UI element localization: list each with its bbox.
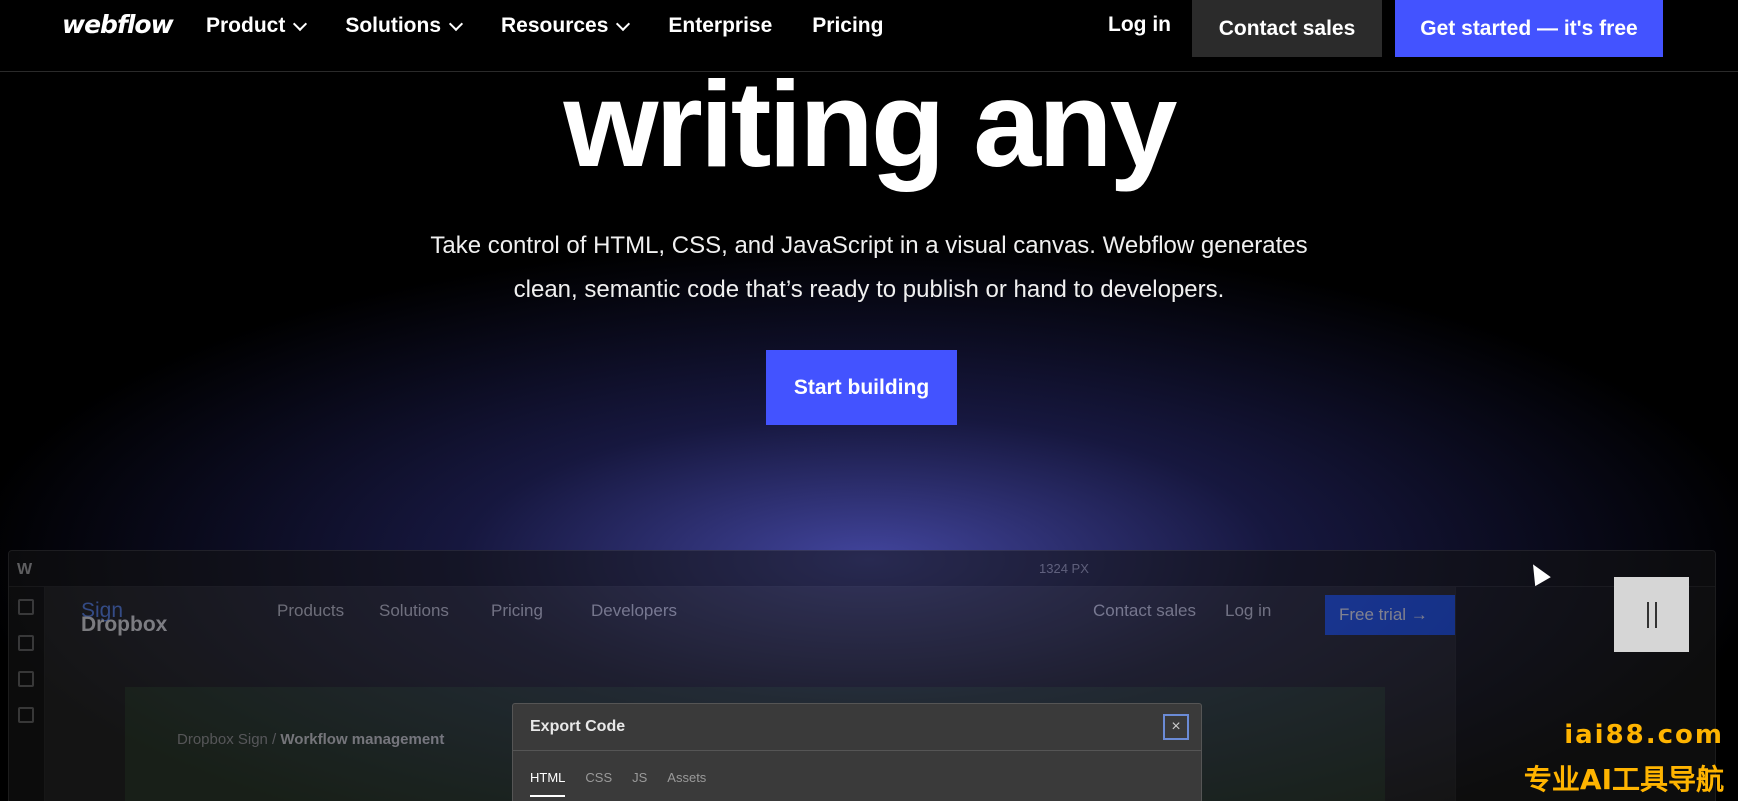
designer-topbar: W 1324 PX xyxy=(9,551,1715,587)
tab-css[interactable]: CSS xyxy=(585,770,612,797)
pause-video-button[interactable] xyxy=(1614,577,1689,652)
login-link[interactable]: Log in xyxy=(1108,13,1171,37)
components-icon xyxy=(18,635,34,651)
brand-main: Dropbox xyxy=(81,613,168,636)
designer-left-toolbar xyxy=(9,587,45,801)
site-trial-button: Free trial → xyxy=(1325,595,1460,635)
nav-item-label: Pricing xyxy=(812,14,884,37)
nav-item-label: Enterprise xyxy=(668,14,773,37)
export-code-dialog: Export Code × HTML CSS JS Assets xyxy=(512,703,1202,801)
dropbox-sign-logo: Dropbox Sign xyxy=(81,599,167,636)
divider xyxy=(513,750,1201,751)
site-breadcrumb: Dropbox Sign / Workflow management xyxy=(177,731,444,748)
watermark-line: 专业AI工具导航 xyxy=(1523,763,1724,796)
nav-item-label: Product xyxy=(206,14,286,37)
nav-item-label: Solutions xyxy=(345,14,442,37)
nav-item-product[interactable]: Product xyxy=(206,14,308,38)
hero-subtext: Take control of HTML, CSS, and JavaScrip… xyxy=(369,224,1369,312)
site-nav-item: Products xyxy=(277,601,345,620)
chevron-down-icon xyxy=(448,16,464,31)
nav-item-resources[interactable]: Resources xyxy=(501,14,631,38)
watermark-line: iai88.com xyxy=(1564,720,1724,750)
watermark: iai88.com 专业AI工具导航 xyxy=(1524,720,1724,798)
breadcrumb-prefix: Dropbox Sign / xyxy=(177,731,277,748)
site-contact-link: Contact sales xyxy=(1093,601,1196,620)
nav-item-pricing[interactable]: Pricing xyxy=(812,14,883,38)
hero-subtext-line: clean, semantic code that’s ready to pub… xyxy=(513,276,1225,303)
breadcrumb-current: Workflow management xyxy=(280,731,445,748)
hero-headline: writing any xyxy=(563,56,1178,192)
site-nav-item: Solutions xyxy=(379,601,449,620)
navigator-icon xyxy=(18,671,34,687)
hero-subtext-line: Take control of HTML, CSS, and JavaScrip… xyxy=(430,232,1308,259)
nav-item-enterprise[interactable]: Enterprise xyxy=(668,14,772,38)
site-nav-item: Developers xyxy=(591,601,677,620)
tab-assets[interactable]: Assets xyxy=(667,770,706,797)
dialog-title: Export Code xyxy=(530,718,626,735)
site-nav-item: Pricing xyxy=(491,601,543,620)
chevron-down-icon xyxy=(293,16,308,31)
export-tabs: HTML CSS JS Assets xyxy=(530,770,726,797)
get-started-button[interactable]: Get started — it's free xyxy=(1395,0,1663,57)
site-login-link: Log in xyxy=(1225,601,1272,620)
nav-item-solutions[interactable]: Solutions xyxy=(345,14,464,38)
start-building-button[interactable]: Start building xyxy=(766,350,957,425)
tab-html[interactable]: HTML xyxy=(530,770,566,797)
chevron-down-icon xyxy=(616,16,631,31)
nav-item-label: Resources xyxy=(501,14,609,37)
webflow-logo[interactable]: webflow xyxy=(62,10,174,39)
pages-icon xyxy=(18,707,34,723)
close-icon[interactable]: × xyxy=(1163,714,1189,740)
tab-js[interactable]: JS xyxy=(632,770,647,797)
add-panel-icon xyxy=(18,599,34,615)
nav-links: Product Solutions Resources Enterprise P… xyxy=(206,0,923,52)
pause-icon xyxy=(1646,601,1649,628)
canvas-width-readout: 1324 PX xyxy=(1039,561,1089,576)
webflow-w-icon: W xyxy=(17,561,33,578)
site-navigation: Dropbox Sign Products Solutions Pricing … xyxy=(45,587,1460,637)
pause-icon xyxy=(1654,601,1657,628)
contact-sales-button[interactable]: Contact sales xyxy=(1192,0,1382,57)
